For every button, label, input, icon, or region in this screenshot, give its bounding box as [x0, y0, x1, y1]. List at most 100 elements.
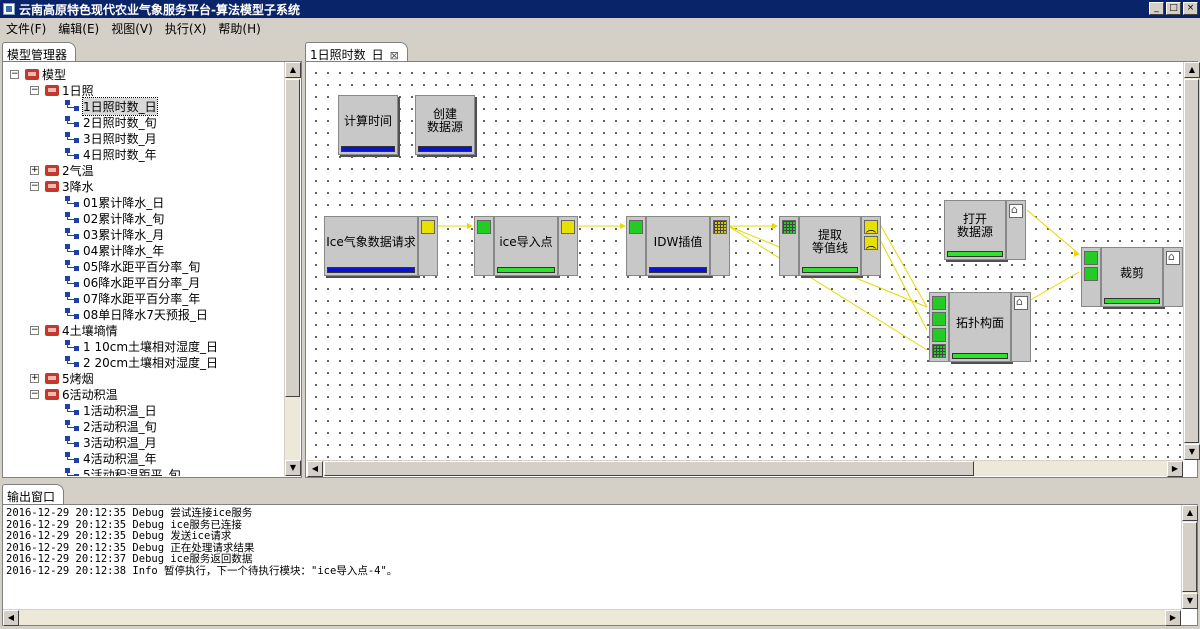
menu-view[interactable]: 视图(V) — [105, 20, 159, 37]
model-node-icon — [65, 196, 80, 208]
collapse-icon[interactable]: − — [30, 85, 39, 95]
minimize-button[interactable]: _ — [1149, 2, 1164, 15]
scroll-up-icon[interactable]: ▲ — [285, 62, 301, 78]
expand-icon[interactable]: + — [30, 373, 39, 383]
model-canvas[interactable]: 计算时间 创建 数据源 Ice气象数据请求 ice导入点 IDW插值 提取 等值… — [307, 62, 1183, 460]
tree-item[interactable]: 01累计降水_日 — [65, 194, 164, 210]
collapse-icon[interactable]: − — [30, 181, 39, 191]
menu-file[interactable]: 文件(F) — [0, 20, 52, 37]
contour-port-icon[interactable] — [864, 236, 878, 251]
tree-item-label: 2活动积温_旬 — [83, 419, 157, 434]
tab-model-manager[interactable]: 模型管理器 — [2, 42, 77, 62]
module-ice-import[interactable]: ice导入点 — [494, 216, 558, 276]
maximize-button[interactable]: □ — [1166, 2, 1181, 15]
tree-folder[interactable]: − 3降水 — [30, 178, 94, 194]
model-group-icon — [45, 164, 59, 176]
menu-help[interactable]: 帮助(H) — [212, 20, 266, 37]
tree-folder[interactable]: +5烤烟 — [30, 370, 94, 386]
output-port-icon[interactable] — [561, 220, 575, 234]
tree-item[interactable]: 3活动积温_月 — [65, 434, 157, 450]
model-node-icon — [65, 228, 80, 240]
tree-item[interactable]: 1活动积温_日 — [65, 402, 157, 418]
tree-folder[interactable]: − 1日照 — [30, 82, 94, 98]
tree-item[interactable]: 1 10cm土壤相对湿度_日 — [65, 338, 218, 354]
tree-item-label: 1 10cm土壤相对湿度_日 — [83, 339, 219, 354]
dataset-port-icon[interactable] — [1084, 267, 1098, 281]
tree-item[interactable]: 05降水距平百分率_旬 — [65, 258, 200, 274]
tree-item[interactable]: 5活动积温距平_旬 — [65, 466, 181, 476]
output-horizontal-scrollbar[interactable]: ◀ ▶ — [3, 609, 1181, 626]
module-contour[interactable]: 提取 等值线 — [799, 216, 861, 276]
canvas-vscroll-thumb[interactable] — [1184, 79, 1199, 443]
tree-item[interactable]: 08单日降水7天预报_日 — [65, 306, 208, 322]
tree-item[interactable]: 02累计降水_旬 — [65, 210, 164, 226]
grid-port-icon[interactable] — [782, 220, 796, 234]
dataset-port-icon[interactable] — [1084, 251, 1098, 265]
tree-item[interactable]: 03累计降水_月 — [65, 226, 164, 242]
output-vscroll-thumb[interactable] — [1182, 522, 1197, 592]
contour-port-icon[interactable] — [932, 312, 946, 326]
close-button[interactable]: × — [1183, 2, 1198, 15]
module-clip[interactable]: 裁剪 — [1101, 247, 1163, 307]
module-topology-outports — [1011, 292, 1031, 362]
contour-port-icon[interactable] — [932, 296, 946, 310]
input-port-icon[interactable] — [629, 220, 643, 234]
collapse-icon[interactable]: − — [30, 389, 39, 399]
grid-port-icon[interactable] — [713, 220, 727, 234]
scroll-up-icon[interactable]: ▲ — [1184, 62, 1200, 78]
input-port-icon[interactable] — [477, 220, 491, 234]
menu-edit[interactable]: 编辑(E) — [52, 20, 105, 37]
module-topology[interactable]: 拓扑构面 — [949, 292, 1011, 362]
tree-item[interactable]: 07降水距平百分率_年 — [65, 290, 200, 306]
dataset-port-icon[interactable] — [1009, 203, 1023, 218]
tree-folder[interactable]: − 4土壤墒情 — [30, 322, 118, 338]
tree-item[interactable]: 2活动积温_旬 — [65, 418, 157, 434]
tree-item[interactable]: 3日照时数_月 — [65, 130, 157, 146]
module-idw[interactable]: IDW插值 — [646, 216, 710, 276]
canvas-hscroll-thumb[interactable] — [324, 461, 974, 476]
model-node-icon — [65, 340, 80, 352]
tree-item[interactable]: 06降水距平百分率_月 — [65, 274, 200, 290]
module-ice-request-ports — [418, 216, 438, 276]
output-vertical-scrollbar[interactable]: ▲ ▼ — [1181, 505, 1198, 609]
tab-output[interactable]: 输出窗口 — [2, 484, 65, 504]
tree-folder[interactable]: − 模型 — [10, 66, 66, 82]
dataset-port-icon[interactable] — [1014, 295, 1028, 310]
contour-port-icon[interactable] — [864, 220, 878, 235]
scroll-right-icon[interactable]: ▶ — [1165, 610, 1181, 626]
tree-vertical-scrollbar[interactable]: ▲ ▼ — [284, 62, 301, 476]
module-ice-request[interactable]: Ice气象数据请求 — [324, 216, 418, 276]
scroll-left-icon[interactable]: ◀ — [307, 461, 323, 477]
contour-port-icon[interactable] — [932, 328, 946, 342]
tree-item[interactable]: 1日照时数_日 — [65, 96, 158, 116]
tree-item[interactable]: 2日照时数_旬 — [65, 114, 157, 130]
tab-editor[interactable]: 1日照时数_日 ⊠ — [305, 42, 408, 62]
tree-folder[interactable]: − 6活动积温 — [30, 386, 118, 402]
canvas-vertical-scrollbar[interactable]: ▲ ▼ — [1183, 62, 1200, 460]
module-create-datasource[interactable]: 创建 数据源 — [415, 95, 475, 155]
scroll-down-icon[interactable]: ▼ — [1184, 444, 1200, 460]
tree-item-label: 4活动积温_年 — [83, 451, 157, 466]
scroll-down-icon[interactable]: ▼ — [1182, 593, 1198, 609]
output-port-icon[interactable] — [421, 220, 435, 234]
tree-item[interactable]: 4日照时数_年 — [65, 146, 157, 162]
tree-scroll-thumb[interactable] — [285, 79, 300, 397]
scroll-left-icon[interactable]: ◀ — [3, 610, 19, 626]
dataset-port-icon[interactable] — [1166, 250, 1180, 265]
expand-icon[interactable]: + — [30, 165, 39, 175]
scroll-up-icon[interactable]: ▲ — [1182, 505, 1198, 521]
window-title: 云南高原特色现代农业气象服务平台-算法模型子系统 — [19, 2, 300, 17]
tree-item[interactable]: 4活动积温_年 — [65, 450, 157, 466]
scroll-right-icon[interactable]: ▶ — [1167, 461, 1183, 477]
tree-folder[interactable]: +2气温 — [30, 162, 94, 178]
collapse-icon[interactable]: − — [10, 69, 19, 79]
menu-execute[interactable]: 执行(X) — [159, 20, 213, 37]
canvas-horizontal-scrollbar[interactable]: ◀ ▶ — [307, 460, 1183, 477]
tree-item[interactable]: 2 20cm土壤相对湿度_日 — [65, 354, 218, 370]
module-calc-time[interactable]: 计算时间 — [338, 95, 398, 155]
grid-port-icon[interactable] — [932, 344, 946, 358]
collapse-icon[interactable]: − — [30, 325, 39, 335]
scroll-down-icon[interactable]: ▼ — [285, 460, 301, 476]
tree-item[interactable]: 04累计降水_年 — [65, 242, 164, 258]
module-open-datasource[interactable]: 打开 数据源 — [944, 200, 1006, 260]
